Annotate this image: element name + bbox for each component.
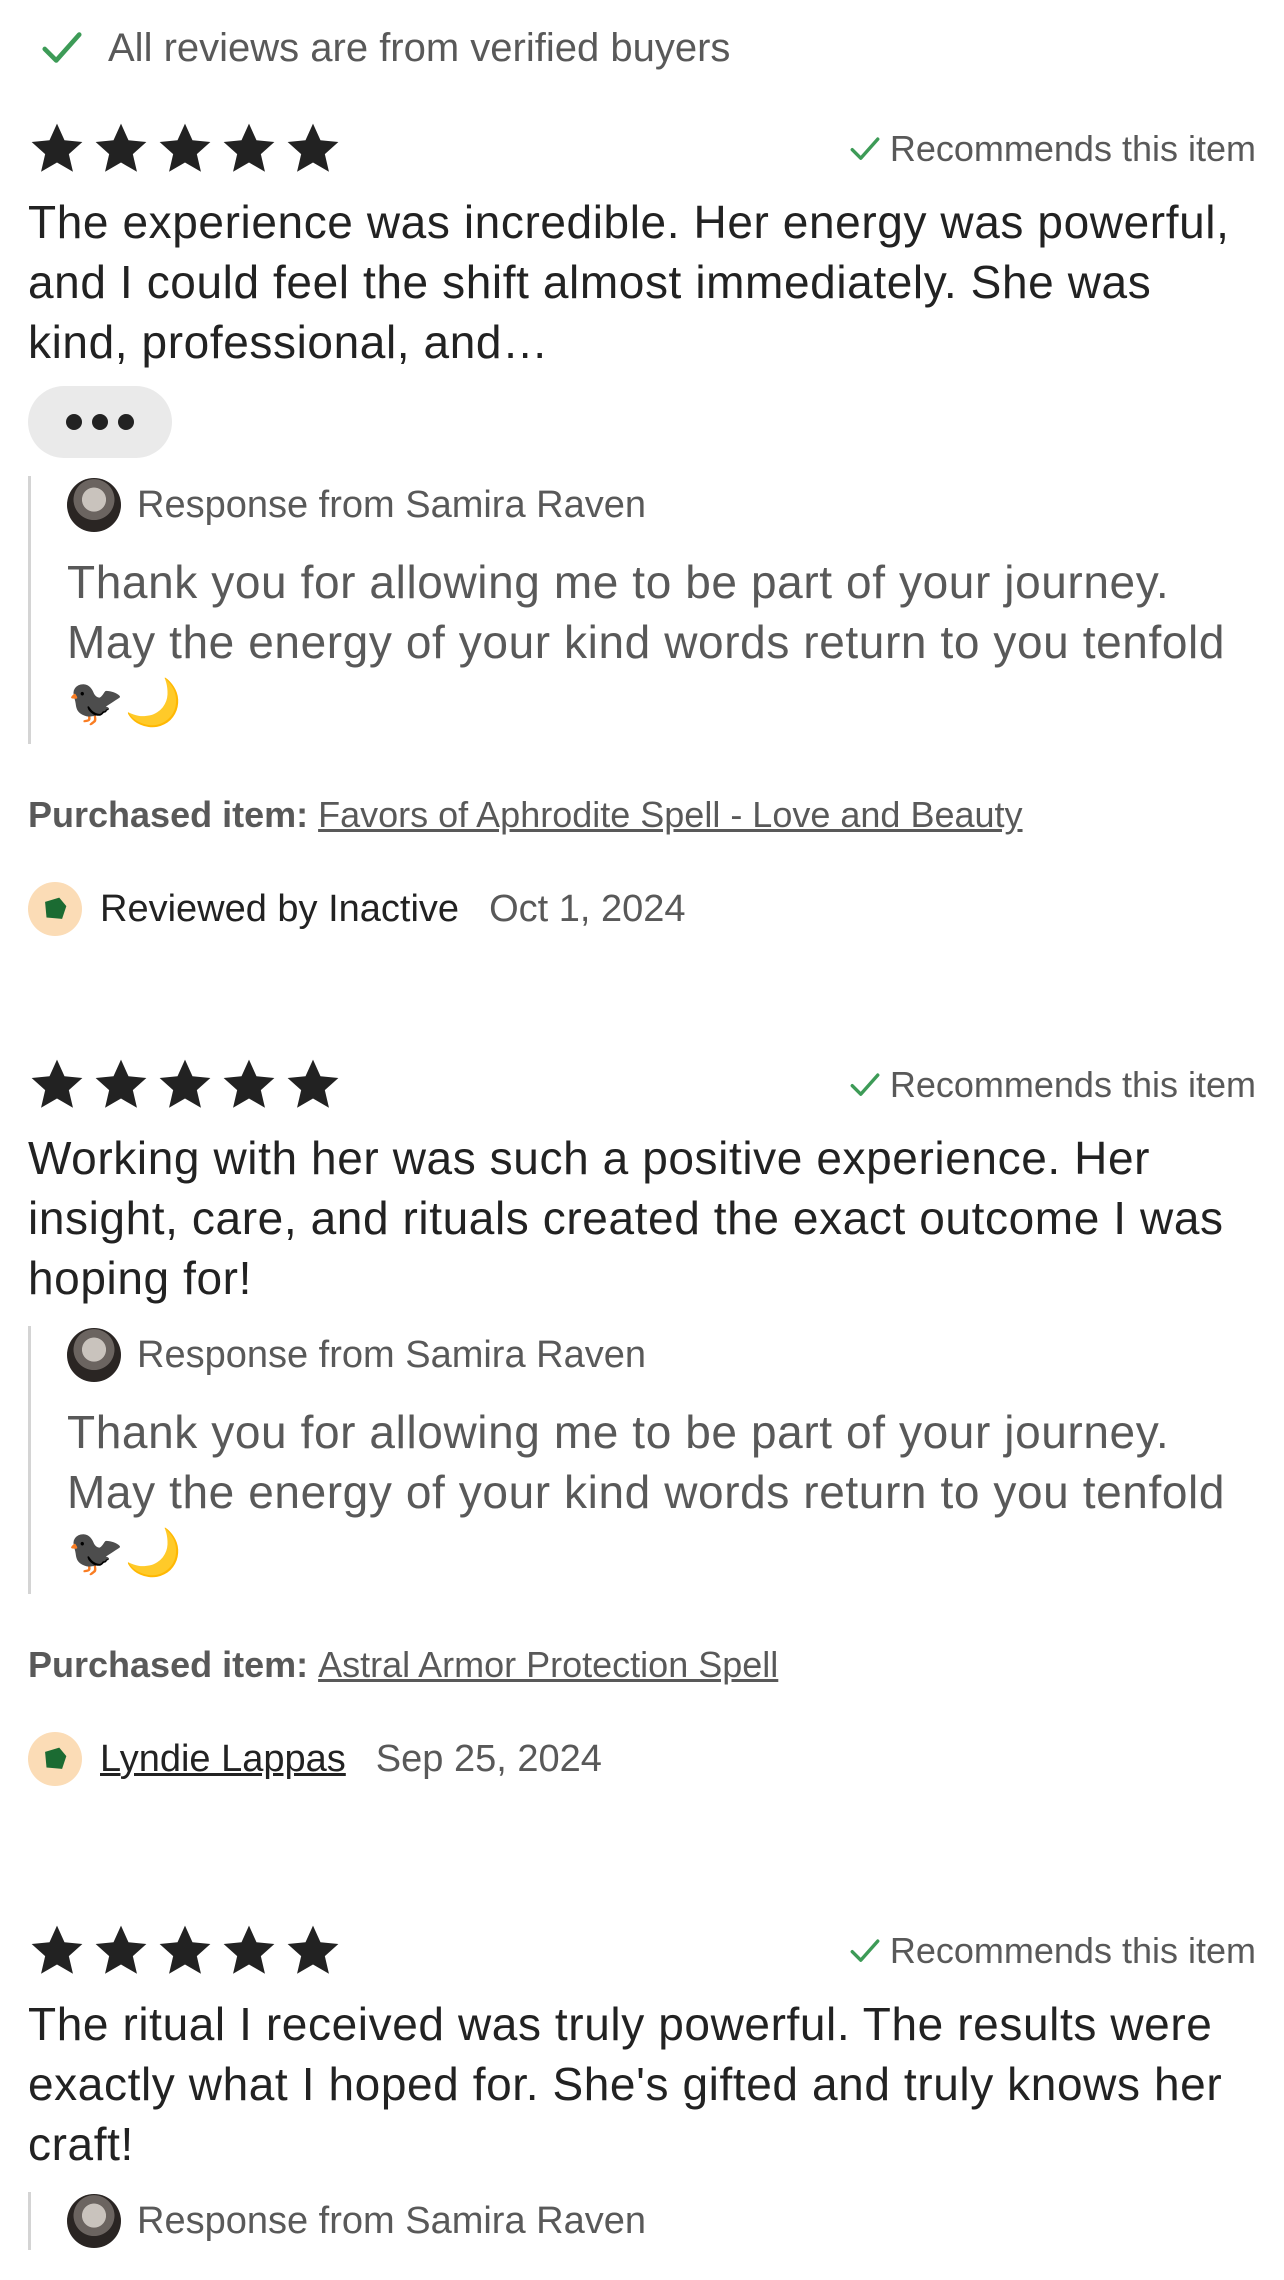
star-icon	[28, 120, 86, 178]
review-date: Sep 25, 2024	[375, 1737, 602, 1780]
purchased-item-label: Purchased item:	[28, 1644, 309, 1685]
seller-avatar	[67, 1328, 121, 1382]
review-card: Recommends this item The experience was …	[28, 114, 1256, 938]
response-label: Response from Samira Raven	[137, 1333, 646, 1376]
dot-icon	[92, 414, 108, 430]
star-icon	[156, 1922, 214, 1980]
star-icon	[92, 1056, 150, 1114]
seller-response: Response from Samira Raven Thank you for…	[28, 476, 1256, 744]
seller-response: Response from Samira Raven Thank you for…	[28, 1326, 1256, 1594]
recommends-label: Recommends this item	[889, 128, 1256, 169]
reviewer-name: Reviewed by Inactive	[100, 887, 460, 930]
check-icon	[848, 1934, 882, 1968]
review-card: Recommends this item The ritual I receiv…	[28, 1916, 1256, 2250]
response-text: Thank you for allowing me to be part of …	[67, 1406, 1226, 1578]
reviewer-avatar	[28, 882, 82, 936]
review-text: The ritual I received was truly powerful…	[28, 1998, 1223, 2170]
review-text: The experience was incredible. Her energ…	[28, 196, 1230, 368]
seller-avatar	[67, 478, 121, 532]
star-icon	[28, 1922, 86, 1980]
verified-buyers-banner: All reviews are from verified buyers	[38, 18, 730, 78]
purchased-item-link[interactable]: Astral Armor Protection Spell	[318, 1644, 778, 1686]
star-icon	[156, 1056, 214, 1114]
purchased-item: Purchased item: Favors of Aphrodite Spel…	[28, 790, 1256, 840]
review-date: Oct 1, 2024	[489, 887, 686, 930]
seller-avatar	[67, 2194, 121, 2248]
response-text: Thank you for allowing me to be part of …	[67, 556, 1226, 728]
recommends-label: Recommends this item	[889, 1930, 1256, 1971]
check-icon	[848, 132, 882, 166]
reviewer-info: Lyndie Lappas Sep 25, 2024	[28, 1730, 1256, 1788]
star-rating	[28, 120, 342, 178]
star-rating	[28, 1922, 342, 1980]
review-card: Recommends this item Working with her wa…	[28, 1050, 1256, 1788]
response-label: Response from Samira Raven	[137, 483, 646, 526]
star-icon	[220, 120, 278, 178]
reviewer-avatar	[28, 1732, 82, 1786]
star-icon	[284, 1922, 342, 1980]
badge-icon	[38, 1742, 72, 1776]
reviewer-name-link[interactable]: Lyndie Lappas	[100, 1738, 346, 1781]
star-icon	[92, 120, 150, 178]
reviewer-info: Reviewed by Inactive Oct 1, 2024	[28, 880, 1256, 938]
star-icon	[28, 1056, 86, 1114]
check-icon	[848, 1068, 882, 1102]
seller-response: Response from Samira Raven	[28, 2192, 1256, 2250]
check-icon	[38, 24, 86, 72]
recommends-badge: Recommends this item	[848, 1930, 1256, 1972]
star-icon	[156, 120, 214, 178]
banner-text: All reviews are from verified buyers	[108, 25, 731, 70]
dot-icon	[66, 414, 82, 430]
star-icon	[92, 1922, 150, 1980]
purchased-item: Purchased item: Astral Armor Protection …	[28, 1640, 1256, 1690]
recommends-badge: Recommends this item	[848, 128, 1256, 170]
recommends-label: Recommends this item	[889, 1064, 1256, 1105]
badge-icon	[38, 892, 72, 926]
star-icon	[284, 1056, 342, 1114]
response-label: Response from Samira Raven	[137, 2199, 646, 2242]
star-icon	[220, 1056, 278, 1114]
review-text: Working with her was such a positive exp…	[28, 1132, 1224, 1304]
star-icon	[284, 120, 342, 178]
star-rating	[28, 1056, 342, 1114]
dot-icon	[118, 414, 134, 430]
recommends-badge: Recommends this item	[848, 1064, 1256, 1106]
expand-review-button[interactable]	[28, 386, 172, 458]
star-icon	[220, 1922, 278, 1980]
purchased-item-link[interactable]: Favors of Aphrodite Spell - Love and Bea…	[318, 794, 1022, 836]
purchased-item-label: Purchased item:	[28, 794, 309, 835]
